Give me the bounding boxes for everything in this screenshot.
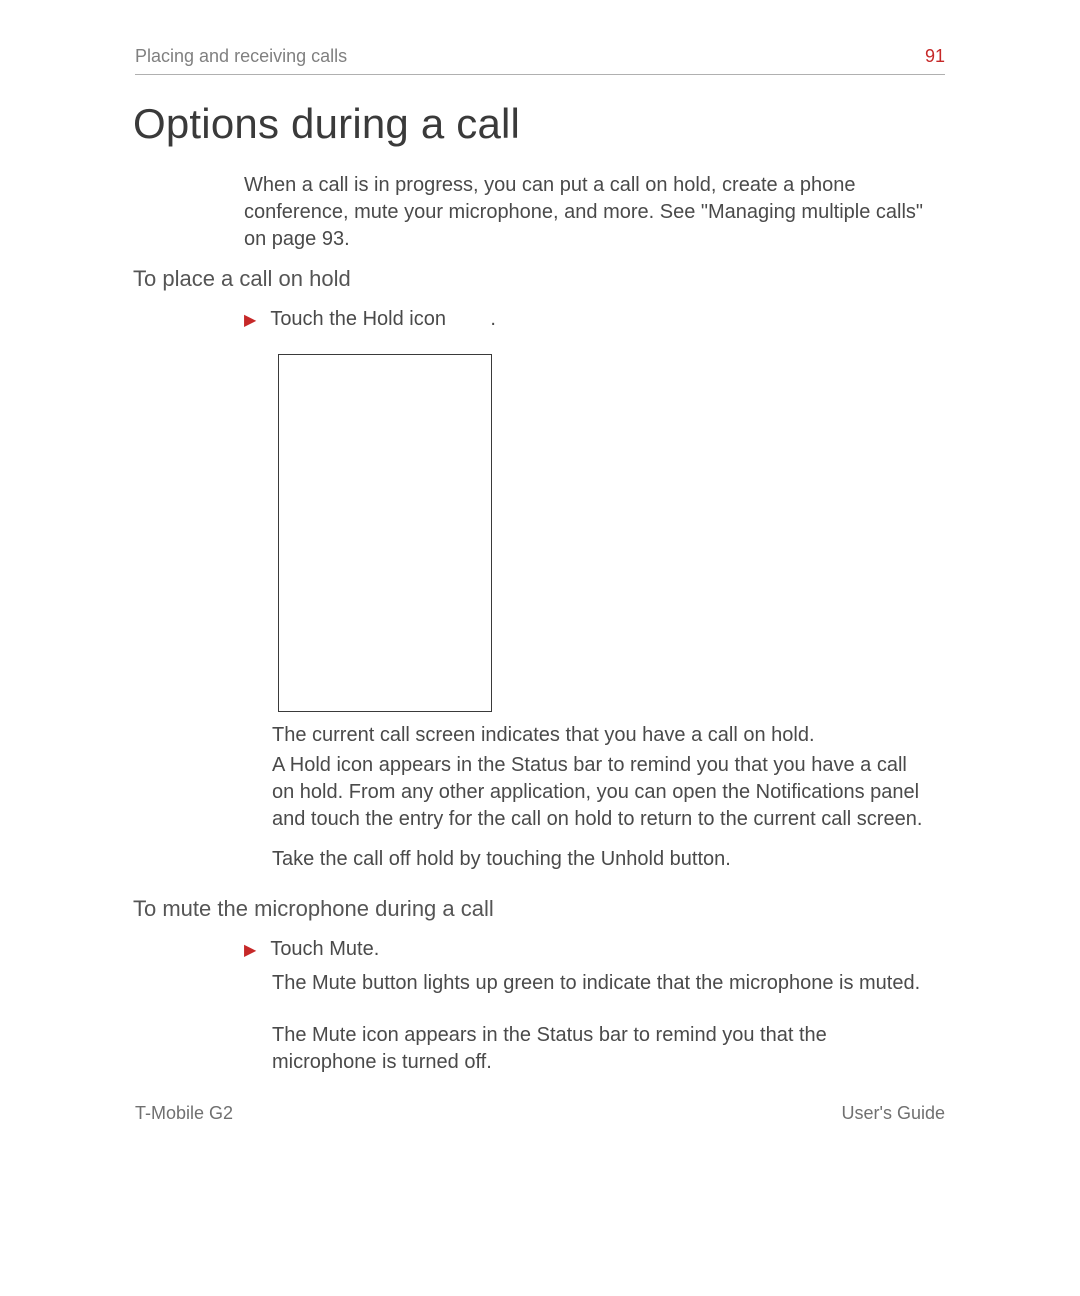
mute-paragraph-2: The Mute icon appears in the Status bar … [272, 1022, 930, 1076]
footer-left: T-Mobile G2 [135, 1103, 233, 1124]
page-header: Placing and receiving calls 91 [135, 46, 945, 67]
hold-paragraph-1: The current call screen indicates that y… [272, 722, 930, 749]
page-number: 91 [925, 46, 945, 67]
manual-page: Placing and receiving calls 91 Options d… [0, 0, 1080, 1296]
footer-right: User's Guide [842, 1103, 945, 1124]
intro-paragraph: When a call is in progress, you can put … [244, 172, 930, 253]
page-title: Options during a call [133, 100, 520, 148]
bullet-mute-text: Touch Mute. [270, 938, 379, 961]
subheading-mute: To mute the microphone during a call [133, 896, 494, 922]
subheading-hold: To place a call on hold [133, 266, 351, 292]
bullet-mute: ▶ Touch Mute. [244, 938, 930, 962]
mute-paragraph-1: The Mute button lights up green to indic… [272, 970, 930, 997]
triangle-bullet-icon: ▶ [244, 310, 256, 332]
section-label: Placing and receiving calls [135, 46, 347, 67]
hold-paragraph-3: Take the call off hold by touching the U… [272, 846, 930, 873]
bullet-hold-text: Touch the Hold icon . [270, 308, 496, 331]
figure-placeholder [278, 354, 492, 712]
header-divider [135, 74, 945, 75]
hold-paragraph-2: A Hold icon appears in the Status bar to… [272, 752, 930, 833]
triangle-bullet-icon: ▶ [244, 940, 256, 962]
page-footer: T-Mobile G2 User's Guide [135, 1103, 945, 1124]
bullet-hold: ▶ Touch the Hold icon . [244, 308, 930, 332]
